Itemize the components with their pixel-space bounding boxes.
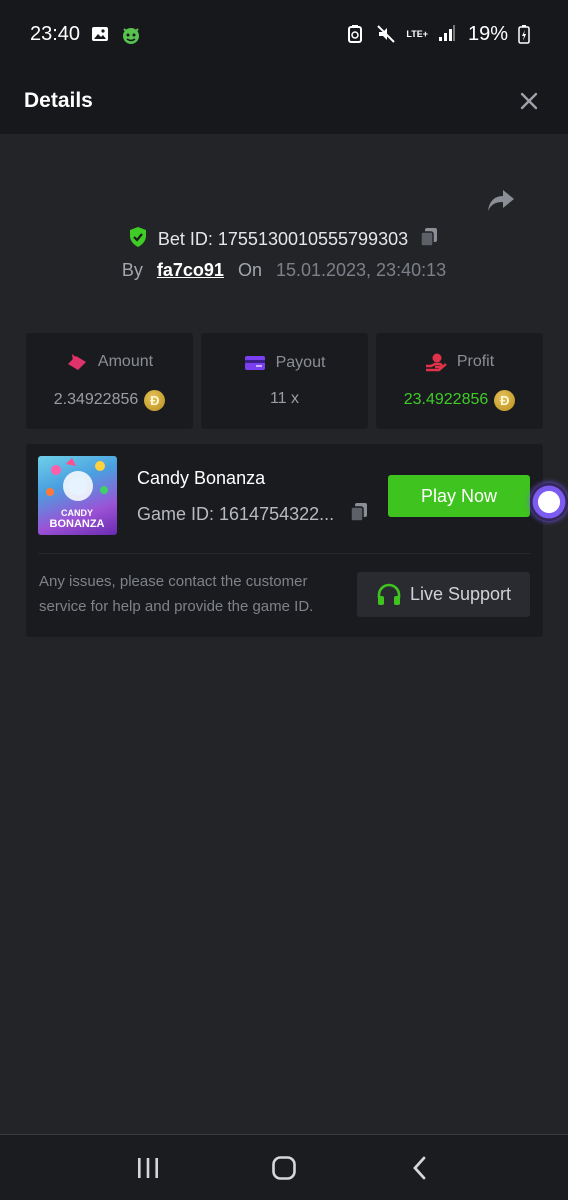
dogecoin-icon: Ɖ bbox=[494, 389, 516, 411]
close-icon bbox=[520, 92, 538, 110]
copy-icon bbox=[420, 228, 438, 247]
copy-icon bbox=[350, 503, 368, 522]
recent-apps-icon bbox=[138, 1157, 158, 1178]
stat-amount-header: Amount bbox=[66, 352, 153, 372]
by-label: By bbox=[121, 260, 143, 280]
live-support-label: Live Support bbox=[409, 584, 512, 604]
home-icon bbox=[272, 1155, 296, 1180]
stat-amount-value: 2.34922856 bbox=[53, 391, 139, 408]
divider bbox=[38, 553, 531, 554]
game-title: Candy Bonanza bbox=[137, 468, 266, 488]
status-time: 23:40 bbox=[30, 22, 81, 45]
game-card: CANDY BONANZA Candy Bonanza Game ID: 161… bbox=[26, 444, 543, 637]
stat-payout-header: Payout bbox=[244, 354, 326, 372]
copy-bet-id-button[interactable] bbox=[418, 226, 440, 253]
bet-id: Bet ID: 1755130010555799303 bbox=[157, 229, 409, 249]
stat-profit: Profit 23.4922856 Ɖ bbox=[376, 333, 543, 429]
share-button[interactable] bbox=[485, 186, 517, 216]
headset-icon bbox=[377, 583, 401, 605]
back-button[interactable] bbox=[400, 1148, 440, 1188]
status-left: 23:40 bbox=[30, 23, 140, 46]
stat-payout: Payout 11 x bbox=[201, 333, 368, 429]
stat-payout-label: Payout bbox=[275, 354, 326, 371]
gallery-icon bbox=[90, 24, 110, 44]
floating-assistant-bubble[interactable] bbox=[530, 483, 568, 521]
support-message: Any issues, please contact the customer … bbox=[39, 573, 314, 615]
stat-payout-value-row: 11 x bbox=[270, 390, 299, 408]
battery-percent: 19% bbox=[467, 22, 508, 45]
candy-bonanza-art: CANDY BONANZA bbox=[46, 458, 108, 530]
bet-date: 15.01.2023, 23:40:13 bbox=[275, 260, 447, 280]
game-thumbnail[interactable]: CANDY BONANZA bbox=[38, 456, 117, 535]
recent-apps-button[interactable] bbox=[128, 1148, 168, 1188]
stat-amount: Amount 2.34922856 Ɖ bbox=[26, 333, 193, 429]
thumb-text-candy: CANDY bbox=[61, 508, 93, 518]
signal-icon bbox=[438, 24, 458, 44]
share-icon bbox=[488, 190, 514, 211]
live-support-button[interactable]: Live Support bbox=[357, 572, 530, 617]
game-id: Game ID: 1614754322... bbox=[137, 504, 335, 524]
stat-profit-value: 23.4922856 bbox=[403, 391, 489, 408]
verified-shield-icon bbox=[128, 226, 148, 253]
home-button[interactable] bbox=[264, 1148, 304, 1188]
bet-stats: Amount 2.34922856 Ɖ Payout 11 x Profit 2… bbox=[26, 333, 543, 429]
recycle-icon bbox=[346, 24, 366, 44]
stat-profit-label: Profit bbox=[456, 352, 495, 370]
system-nav-bar bbox=[0, 1134, 568, 1200]
close-button[interactable] bbox=[514, 86, 544, 116]
dogecoin-icon: Ɖ bbox=[144, 389, 166, 411]
payout-icon bbox=[244, 356, 265, 370]
bet-author-row: By fa7co91 On 15.01.2023, 23:40:13 bbox=[0, 260, 568, 281]
on-label: On bbox=[237, 260, 262, 280]
stat-profit-value-row: 23.4922856 Ɖ bbox=[403, 389, 516, 411]
profit-icon bbox=[425, 353, 447, 371]
status-bar: 23:40 LTE+ 19% bbox=[0, 0, 568, 68]
header: Details bbox=[0, 68, 568, 134]
bet-id-row: Bet ID: 1755130010555799303 bbox=[0, 226, 568, 253]
status-right: LTE+ 19% bbox=[346, 23, 538, 46]
page-title: Details bbox=[24, 89, 93, 112]
amount-icon bbox=[67, 353, 86, 370]
copy-game-id-button[interactable] bbox=[348, 501, 370, 528]
app-notification-icon bbox=[120, 24, 140, 44]
stat-amount-value-row: 2.34922856 Ɖ bbox=[53, 389, 166, 411]
user-link[interactable]: fa7co91 bbox=[157, 260, 224, 281]
play-now-button[interactable]: Play Now bbox=[388, 475, 530, 517]
stat-amount-label: Amount bbox=[97, 352, 154, 370]
stat-payout-value: 11 x bbox=[269, 390, 300, 407]
stat-profit-header: Profit bbox=[425, 352, 494, 372]
thumb-text-bonanza: BONANZA bbox=[50, 518, 105, 530]
game-id-row: Game ID: 1614754322... bbox=[137, 501, 370, 528]
back-icon bbox=[413, 1156, 426, 1179]
network-type: LTE+ bbox=[406, 28, 428, 39]
battery-icon bbox=[518, 24, 538, 44]
mute-icon bbox=[376, 24, 396, 44]
